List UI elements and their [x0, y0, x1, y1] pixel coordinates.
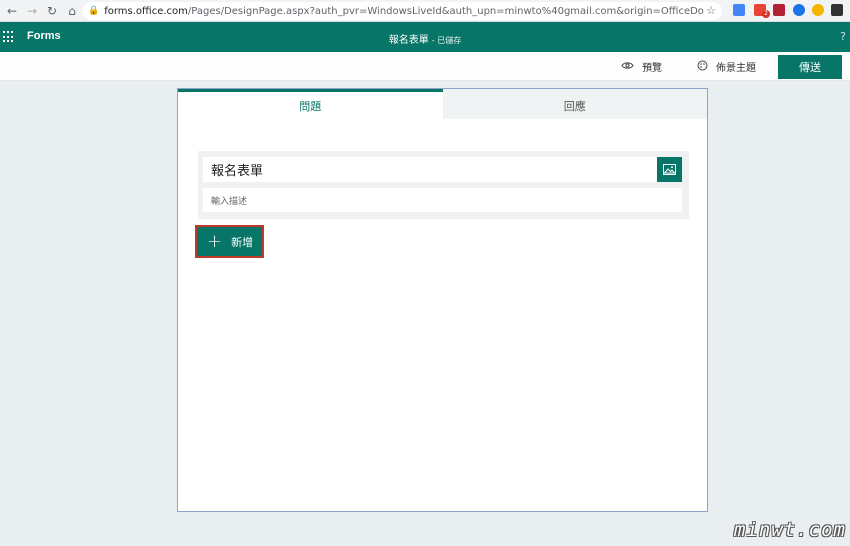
help-icon[interactable]: ?: [840, 30, 846, 43]
document-title: 報名表單 - 已儲存: [0, 31, 850, 46]
send-button[interactable]: 傳送: [778, 55, 842, 79]
add-question-label: 新增: [231, 235, 254, 249]
extension-icon[interactable]: [733, 4, 745, 16]
form-title-field[interactable]: 報名表單: [203, 157, 657, 182]
command-bar: 預覽 佈景主題 傳送: [0, 52, 850, 81]
pin-extension-icon[interactable]: [831, 4, 843, 16]
palette-icon: [697, 60, 708, 74]
profile-extension-icon[interactable]: [793, 4, 805, 16]
lock-icon: 🔒: [88, 6, 100, 16]
browser-toolbar: ← → ↻ ⌂ 🔒 forms.office.com/Pages/DesignP…: [0, 0, 850, 22]
preview-label: 預覽: [642, 63, 662, 74]
theme-extension-icon[interactable]: [812, 4, 824, 16]
eye-icon: [621, 60, 634, 73]
back-icon[interactable]: ←: [4, 3, 20, 19]
preview-button[interactable]: 預覽: [621, 59, 662, 74]
document-title-text: 報名表單: [388, 35, 429, 46]
image-icon: [663, 160, 676, 179]
forward-icon[interactable]: →: [24, 3, 40, 19]
tab-responses[interactable]: 回應: [442, 89, 707, 119]
app-header: Forms 報名表單 - 已儲存 ?: [0, 22, 850, 52]
insert-image-button[interactable]: [657, 157, 682, 182]
form-header-block: 報名表單 輸入描述: [198, 151, 689, 219]
saved-status: - 已儲存: [431, 36, 462, 45]
add-question-button[interactable]: + 新增: [195, 225, 264, 258]
address-bar[interactable]: 🔒 forms.office.com/Pages/DesignPage.aspx…: [82, 2, 722, 20]
url-path: /Pages/DesignPage.aspx?auth_pvr=WindowsL…: [187, 5, 704, 17]
url-host: forms.office.com: [104, 5, 188, 17]
plus-icon: +: [207, 230, 223, 252]
theme-label: 佈景主題: [716, 63, 756, 74]
bookmark-star-icon[interactable]: ☆: [706, 4, 716, 17]
theme-button[interactable]: 佈景主題: [697, 59, 756, 74]
form-description-field[interactable]: 輸入描述: [203, 188, 682, 212]
tab-bar: 問題 回應: [178, 89, 707, 119]
watermark: minwt.com: [734, 519, 846, 541]
home-icon[interactable]: ⌂: [64, 3, 80, 19]
extension-badge: 2: [762, 10, 770, 18]
flag-extension-icon[interactable]: [773, 4, 785, 16]
tab-questions[interactable]: 問題: [178, 89, 443, 119]
reload-icon[interactable]: ↻: [44, 3, 60, 19]
form-card: 問題 回應 報名表單 輸入描述 + 新增: [177, 88, 708, 512]
